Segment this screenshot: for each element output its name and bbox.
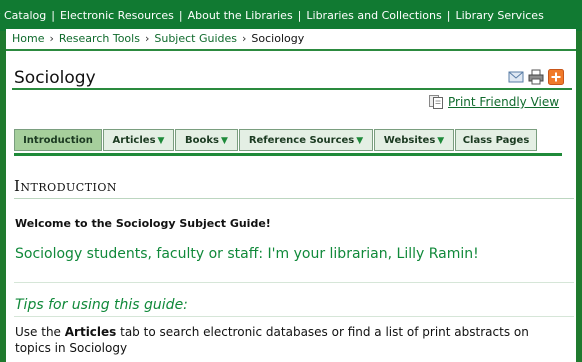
librarian-intro: Sociology students, faculty or staff: I'… — [15, 246, 479, 262]
tab-label: Websites — [383, 135, 436, 146]
nav-about-libraries-link[interactable]: About the Libraries — [188, 9, 293, 22]
breadcrumb-divider — [6, 49, 576, 51]
section-divider — [14, 198, 574, 199]
tabs-underline — [14, 153, 562, 156]
nav-separator: | — [51, 9, 55, 22]
tab-articles[interactable]: Articles ▼ — [103, 129, 174, 151]
double-chevron-down-icon: ▼ — [437, 136, 445, 146]
breadcrumb-separator: › — [242, 32, 247, 45]
tips-text-bold: Articles — [64, 325, 117, 339]
breadcrumb-subject-guides[interactable]: Subject Guides — [154, 32, 237, 45]
nav-electronic-resources-link[interactable]: Electronic Resources — [60, 9, 174, 22]
nav-separator: | — [297, 9, 302, 22]
double-chevron-down-icon: ▼ — [157, 136, 165, 146]
tips-divider — [14, 316, 574, 317]
print-friendly-label: Print Friendly View — [448, 95, 560, 109]
breadcrumb: Home › Research Tools › Subject Guides › Socio… — [12, 32, 304, 45]
tab-label: Books — [185, 135, 220, 146]
tab-introduction[interactable]: Introduction — [14, 129, 102, 151]
content-panel: Home › Research Tools › Subject Guides › Socio… — [6, 29, 576, 362]
tab-label: Reference Sources — [248, 135, 355, 146]
tab-reference-sources[interactable]: Reference Sources ▼ — [239, 129, 373, 151]
print-friendly-icon — [429, 95, 444, 109]
nav-separator: | — [446, 9, 451, 22]
tab-class-pages[interactable]: Class Pages — [455, 129, 537, 151]
double-chevron-down-icon: ▼ — [221, 136, 228, 146]
tab-label: Introduction — [23, 135, 93, 146]
tips-text-prefix: Use the — [15, 325, 65, 339]
breadcrumb-separator: › — [144, 32, 150, 45]
tab-books[interactable]: Books ▼ — [175, 129, 238, 151]
tips-heading: Tips for using this guide: — [15, 297, 188, 313]
welcome-text: Welcome to the Sociology Subject Guide! — [15, 217, 271, 230]
nav-catalog-link[interactable]: y Catalog — [0, 9, 46, 22]
title-divider — [12, 88, 572, 90]
breadcrumb-current: Sociology — [251, 32, 305, 45]
breadcrumb-separator: › — [49, 32, 54, 45]
tab-label: Articles — [112, 135, 156, 146]
page-title: Sociology — [14, 68, 96, 88]
tips-paragraph: Use the Articles tab to search electroni… — [15, 324, 565, 356]
nav-separator: | — [178, 9, 183, 22]
top-navigation: y Catalog | Electronic Resources | About the… — [0, 0, 582, 31]
nav-libraries-collections-link[interactable]: Libraries and Collections — [306, 9, 441, 22]
breadcrumb-home[interactable]: Home — [12, 32, 44, 45]
email-icon[interactable] — [508, 69, 524, 85]
top-nav-links: y Catalog | Electronic Resources | About the… — [0, 9, 544, 22]
add-icon[interactable] — [548, 69, 564, 85]
double-chevron-down-icon: ▼ — [356, 136, 364, 146]
print-friendly-link[interactable]: Print Friendly View — [429, 95, 559, 109]
nav-library-services-link[interactable]: Library Services — [455, 9, 543, 22]
section-heading: Introduction — [14, 177, 118, 195]
tab-label: Class Pages — [462, 135, 530, 146]
breadcrumb-research-tools[interactable]: Research Tools — [59, 32, 140, 45]
librarian-divider — [14, 282, 574, 283]
print-icon[interactable] — [528, 69, 544, 85]
tab-websites[interactable]: Websites ▼ — [374, 129, 454, 151]
